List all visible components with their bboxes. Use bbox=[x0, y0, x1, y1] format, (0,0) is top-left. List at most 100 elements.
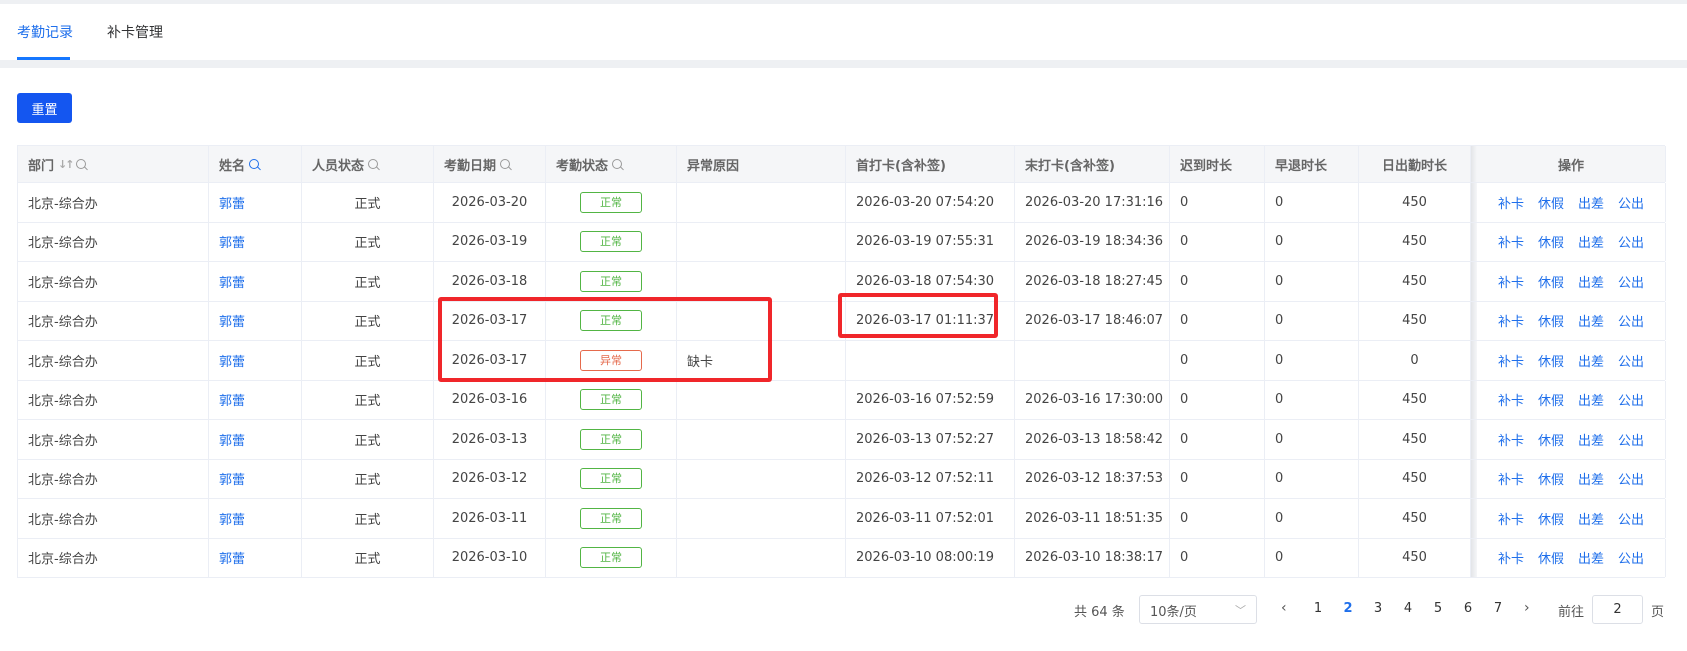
cell-dept: 北京-综合办 bbox=[18, 499, 209, 538]
cell-late: 0 bbox=[1170, 222, 1265, 261]
official-out-link[interactable]: 公出 bbox=[1618, 509, 1644, 528]
leave-link[interactable]: 休假 bbox=[1538, 390, 1564, 409]
leave-link[interactable]: 休假 bbox=[1538, 272, 1564, 291]
business-trip-link[interactable]: 出差 bbox=[1578, 390, 1604, 409]
header-first-punch: 首打卡(含补签) bbox=[846, 146, 1015, 182]
search-icon[interactable] bbox=[612, 159, 623, 169]
page-number[interactable]: 2 bbox=[1338, 601, 1358, 616]
leave-link[interactable]: 休假 bbox=[1538, 469, 1564, 488]
official-out-link[interactable]: 公出 bbox=[1618, 548, 1644, 567]
business-trip-link[interactable]: 出差 bbox=[1578, 272, 1604, 291]
cell-staff-status-text: 正式 bbox=[354, 196, 381, 212]
business-trip-link[interactable]: 出差 bbox=[1578, 430, 1604, 449]
cell-reason bbox=[677, 420, 846, 459]
business-trip-link[interactable]: 出差 bbox=[1578, 548, 1604, 567]
cell-duration-text: 450 bbox=[1402, 392, 1427, 408]
supplement-card-link[interactable]: 补卡 bbox=[1498, 390, 1524, 409]
leave-link[interactable]: 休假 bbox=[1538, 351, 1564, 370]
tab-attendance-records[interactable]: 考勤记录 bbox=[17, 22, 73, 42]
page-number[interactable]: 4 bbox=[1398, 601, 1418, 616]
goto-page-input[interactable] bbox=[1592, 595, 1643, 624]
cell-name-text[interactable]: 郭蕾 bbox=[219, 469, 245, 488]
cell-dept: 北京-综合办 bbox=[18, 341, 209, 380]
cell-first-punch: 2026-03-11 07:52:01 bbox=[846, 499, 1015, 538]
cell-name-text[interactable]: 郭蕾 bbox=[219, 232, 245, 251]
official-out-link[interactable]: 公出 bbox=[1618, 469, 1644, 488]
cell-first-punch-text: 2026-03-19 07:55:31 bbox=[856, 234, 995, 250]
cell-staff-status: 正式 bbox=[302, 420, 434, 459]
business-trip-link[interactable]: 出差 bbox=[1578, 509, 1604, 528]
search-icon[interactable] bbox=[368, 159, 379, 169]
supplement-card-link[interactable]: 补卡 bbox=[1498, 548, 1524, 567]
cell-late: 0 bbox=[1170, 341, 1265, 380]
cell-last-punch-text: 2026-03-17 18:46:07 bbox=[1025, 313, 1164, 329]
leave-link[interactable]: 休假 bbox=[1538, 430, 1564, 449]
leave-link[interactable]: 休假 bbox=[1538, 232, 1564, 251]
table-row: 北京-综合办 郭蕾 正式 2026-03-12 正常 2026-03-12 07:52:1… bbox=[18, 459, 1666, 499]
cell-name-text[interactable]: 郭蕾 bbox=[219, 509, 245, 528]
page-number[interactable]: 5 bbox=[1428, 601, 1448, 616]
supplement-card-link[interactable]: 补卡 bbox=[1498, 351, 1524, 370]
official-out-link[interactable]: 公出 bbox=[1618, 390, 1644, 409]
supplement-card-link[interactable]: 补卡 bbox=[1498, 193, 1524, 212]
prev-page-icon[interactable]: ‹ bbox=[1281, 600, 1287, 616]
reset-button[interactable]: 重置 bbox=[17, 93, 72, 123]
tab-card-supplement[interactable]: 补卡管理 bbox=[107, 22, 163, 42]
header-name[interactable]: 姓名 bbox=[209, 146, 302, 182]
supplement-card-link[interactable]: 补卡 bbox=[1498, 311, 1524, 330]
cell-name-text[interactable]: 郭蕾 bbox=[219, 351, 245, 370]
cell-name-text[interactable]: 郭蕾 bbox=[219, 193, 245, 212]
official-out-link[interactable]: 公出 bbox=[1618, 430, 1644, 449]
official-out-link[interactable]: 公出 bbox=[1618, 351, 1644, 370]
cell-reason bbox=[677, 380, 846, 419]
leave-link[interactable]: 休假 bbox=[1538, 548, 1564, 567]
official-out-link[interactable]: 公出 bbox=[1618, 232, 1644, 251]
cell-early-text: 0 bbox=[1275, 194, 1284, 210]
header-staff-status[interactable]: 人员状态 bbox=[302, 146, 434, 182]
page-number[interactable]: 7 bbox=[1488, 601, 1508, 616]
supplement-card-link[interactable]: 补卡 bbox=[1498, 469, 1524, 488]
business-trip-link[interactable]: 出差 bbox=[1578, 311, 1604, 330]
official-out-link[interactable]: 公出 bbox=[1618, 272, 1644, 291]
page-size-select[interactable]: 10条/页 ﹀ bbox=[1139, 595, 1257, 624]
cell-last-punch: 2026-03-18 18:27:45 bbox=[1015, 262, 1170, 301]
cell-name-text[interactable]: 郭蕾 bbox=[219, 430, 245, 449]
table-row: 北京-综合办 郭蕾 正式 2026-03-19 正常 2026-03-19 07:55:3… bbox=[18, 222, 1666, 262]
business-trip-link[interactable]: 出差 bbox=[1578, 193, 1604, 212]
header-date[interactable]: 考勤日期 bbox=[434, 146, 546, 182]
page-number[interactable]: 1 bbox=[1308, 601, 1328, 616]
supplement-card-link[interactable]: 补卡 bbox=[1498, 232, 1524, 251]
supplement-card-link[interactable]: 补卡 bbox=[1498, 509, 1524, 528]
sort-icon[interactable]: ↓↑ bbox=[58, 158, 75, 171]
cell-name-text[interactable]: 郭蕾 bbox=[219, 548, 245, 567]
business-trip-link[interactable]: 出差 bbox=[1578, 351, 1604, 370]
official-out-link[interactable]: 公出 bbox=[1618, 311, 1644, 330]
cell-staff-status-text: 正式 bbox=[354, 512, 381, 528]
business-trip-link[interactable]: 出差 bbox=[1578, 469, 1604, 488]
cell-name-text[interactable]: 郭蕾 bbox=[219, 311, 245, 330]
table-row: 北京-综合办 郭蕾 正式 2026-03-17 正常 2026-03-17 01:11:3… bbox=[18, 301, 1666, 341]
page-number[interactable]: 3 bbox=[1368, 601, 1388, 616]
leave-link[interactable]: 休假 bbox=[1538, 193, 1564, 212]
cell-staff-status-text: 正式 bbox=[354, 433, 381, 449]
search-icon[interactable] bbox=[500, 159, 511, 169]
cell-date-text: 2026-03-19 bbox=[451, 234, 528, 250]
page-number[interactable]: 6 bbox=[1458, 601, 1478, 616]
official-out-link[interactable]: 公出 bbox=[1618, 193, 1644, 212]
search-icon[interactable] bbox=[249, 159, 260, 169]
supplement-card-link[interactable]: 补卡 bbox=[1498, 430, 1524, 449]
cell-late-text: 0 bbox=[1180, 550, 1189, 566]
business-trip-link[interactable]: 出差 bbox=[1578, 232, 1604, 251]
next-page-icon[interactable]: › bbox=[1524, 600, 1530, 616]
header-last-punch: 末打卡(含补签) bbox=[1015, 146, 1170, 182]
search-icon[interactable] bbox=[76, 159, 87, 169]
cell-duration: 450 bbox=[1359, 183, 1471, 222]
cell-name-text[interactable]: 郭蕾 bbox=[219, 390, 245, 409]
leave-link[interactable]: 休假 bbox=[1538, 311, 1564, 330]
cell-name-text[interactable]: 郭蕾 bbox=[219, 272, 245, 291]
supplement-card-link[interactable]: 补卡 bbox=[1498, 272, 1524, 291]
header-att-status[interactable]: 考勤状态 bbox=[546, 146, 677, 182]
cell-date-text: 2026-03-10 bbox=[451, 550, 528, 566]
header-dept[interactable]: 部门 ↓↑ bbox=[18, 146, 209, 182]
leave-link[interactable]: 休假 bbox=[1538, 509, 1564, 528]
